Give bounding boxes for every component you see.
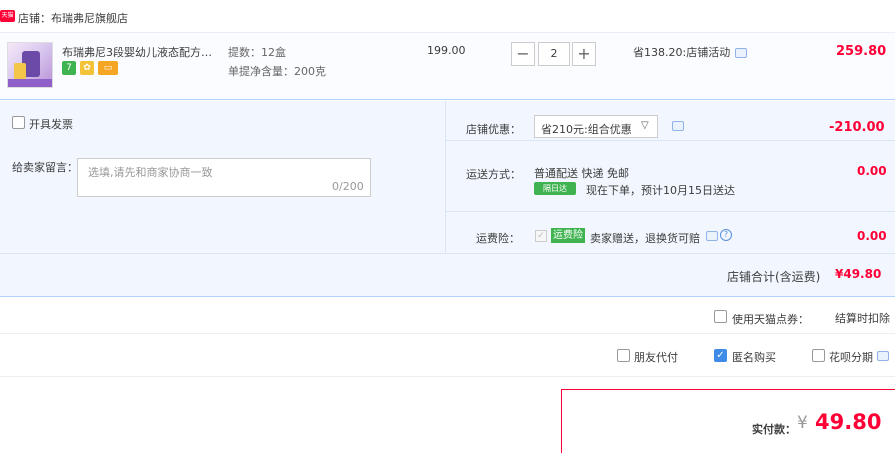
chevron-down-icon[interactable]: ▽ [641, 120, 649, 131]
message-label: 给卖家留言： [12, 161, 78, 174]
invoice-checkbox[interactable] [12, 116, 25, 129]
store-name-link[interactable]: 店铺：布瑞弗尼旗舰店 [18, 10, 128, 26]
tmall-badge: 天猫 [0, 10, 15, 22]
quantity-input[interactable]: 2 [538, 42, 570, 66]
shipping-method: 普通配送 快递 免邮 [534, 167, 629, 180]
insurance-cost: 0.00 [857, 229, 887, 243]
insurance-label: 运费险： [476, 232, 520, 245]
gift-icon[interactable]: ✿ [80, 61, 94, 75]
product-thumbnail[interactable] [7, 42, 53, 88]
huabei-label[interactable]: 花呗分期 [829, 349, 873, 365]
item-row [0, 32, 895, 100]
card-icon[interactable]: ▭ [98, 61, 118, 75]
divider [445, 140, 895, 141]
message-placeholder: 选填,请先和商家协商一致 [88, 166, 213, 179]
chat-icon[interactable] [877, 351, 889, 361]
quantity-decrease-button[interactable]: − [511, 42, 535, 66]
attribute-count: 提数：12盒 [228, 46, 286, 59]
product-image-banner [8, 79, 52, 87]
shipping-label: 运送方式： [466, 168, 521, 181]
quantity-increase-button[interactable]: + [572, 42, 596, 66]
store-promo-text: 省138.20:店铺活动 [633, 46, 731, 59]
unit-price: 199.00 [427, 44, 466, 57]
total-payment-value: 49.80 [815, 410, 882, 434]
points-checkbox[interactable] [714, 310, 727, 323]
shipping-cost: 0.00 [857, 164, 887, 178]
product-title-link[interactable]: 布瑞弗尼3段婴幼儿液态配方奶... [62, 44, 222, 60]
currency-symbol: ¥ [797, 413, 808, 433]
points-deduct-note: 结算时扣除 [835, 312, 890, 325]
store-subtotal-label: 店铺合计(含运费) [727, 270, 821, 284]
chat-icon[interactable] [672, 121, 684, 131]
total-payment-label: 实付款： [752, 423, 796, 436]
chat-icon[interactable] [735, 48, 747, 58]
attribute-weight: 单提净含量：200克 [228, 65, 326, 78]
anonymous-label[interactable]: 匿名购买 [732, 349, 776, 365]
chat-icon[interactable] [706, 231, 718, 241]
anonymous-checkbox[interactable]: ✓ [714, 349, 727, 362]
item-total-price: 259.80 [836, 44, 887, 59]
coupon-selected-value: 省210元:组合优惠 [541, 123, 632, 136]
message-char-counter: 0/200 [332, 180, 364, 193]
insurance-badge: 运费险 [551, 228, 585, 243]
invoice-label[interactable]: 开具发票 [29, 116, 73, 132]
insurance-checkbox: ✓ [535, 230, 547, 242]
next-day-badge: 隔日达 [534, 182, 576, 195]
divider [445, 211, 895, 212]
seven-day-return-icon[interactable]: 7 [62, 61, 76, 75]
friend-pay-checkbox[interactable] [617, 349, 630, 362]
shipping-eta: 现在下单，预计10月15日送达 [586, 184, 735, 197]
store-header [0, 0, 895, 32]
coupon-label: 店铺优惠： [466, 123, 521, 136]
friend-pay-label[interactable]: 朋友代付 [634, 349, 678, 365]
help-icon[interactable]: ? [720, 229, 732, 241]
points-label[interactable]: 使用天猫点券： [732, 311, 809, 327]
huabei-checkbox[interactable] [812, 349, 825, 362]
store-subtotal-value: ¥49.80 [835, 267, 882, 281]
coupon-discount-amount: -210.00 [829, 120, 885, 135]
insurance-description: 卖家赠送，退换货可赔 [590, 232, 700, 245]
